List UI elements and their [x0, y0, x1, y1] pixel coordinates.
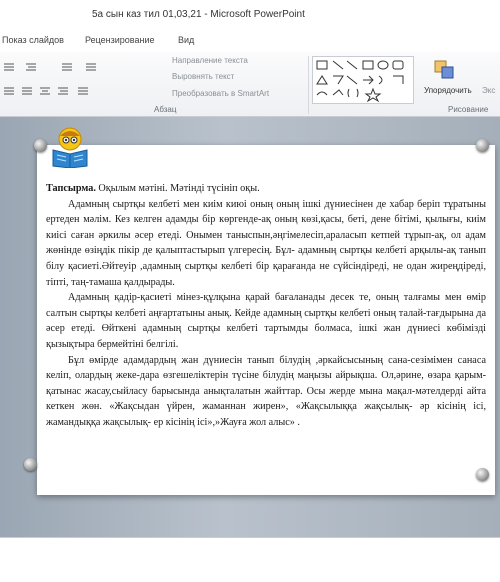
- tab-view[interactable]: Вид: [178, 35, 194, 45]
- pin-top-left-icon: [34, 139, 47, 152]
- group-paragraph-label: Абзац: [154, 105, 177, 114]
- tab-review[interactable]: Рецензирование: [85, 35, 155, 45]
- title-bar: 5а сын каз тил 01,03,21 - Microsoft Powe…: [0, 0, 500, 30]
- text-direction-command[interactable]: Направление текста: [172, 56, 248, 65]
- paragraph-1: Адамның сыртқы келбеті мен киім киюі оны…: [46, 198, 486, 288]
- align-text-command[interactable]: Выровнять текст: [172, 72, 234, 81]
- paragraph-controls: [2, 58, 162, 100]
- paragraph-3: Бұл өмірде адамдардың жан дүниесін танып…: [46, 354, 486, 428]
- ribbon-tabs: Показ слайдов Рецензирование Вид: [0, 30, 500, 53]
- slide-text: Тапсырма. Оқылым мәтіні. Мәтінді түсініп…: [46, 181, 486, 431]
- paragraph-2: Адамның қадір-қасиеті мінез-құлқына қара…: [46, 292, 486, 350]
- reading-child-icon: [50, 126, 90, 169]
- task-line: Тапсырма. Оқылым мәтіні. Мәтінді түсініп…: [46, 181, 486, 197]
- shapes-icon: [316, 60, 404, 103]
- ribbon-separator: [308, 56, 309, 114]
- notes-pane[interactable]: [0, 537, 500, 582]
- tab-slideshow[interactable]: Показ слайдов: [2, 35, 64, 45]
- pin-bottom-right-icon: [476, 468, 489, 481]
- task-instruction: Оқылым мәтіні. Мәтінді түсініп оқы.: [95, 183, 260, 194]
- slide[interactable]: Тапсырма. Оқылым мәтіні. Мәтінді түсініп…: [37, 145, 495, 495]
- shapes-gallery[interactable]: [312, 56, 414, 104]
- ribbon: Направление текста Выровнять текст Преоб…: [0, 52, 500, 117]
- pin-bottom-left-icon: [24, 458, 37, 471]
- task-label: Тапсырма.: [46, 183, 96, 194]
- pin-top-right-icon: [476, 139, 489, 152]
- convert-smartart-command[interactable]: Преобразовать в SmartArt: [172, 89, 269, 98]
- quick-styles-label[interactable]: Экс: [482, 86, 495, 95]
- arrange-icon[interactable]: [432, 58, 458, 82]
- arrange-label[interactable]: Упорядочить: [424, 86, 472, 95]
- paragraph-buttons-icon: [4, 63, 96, 95]
- window-title: 5а сын каз тил 01,03,21 - Microsoft Powe…: [92, 9, 305, 20]
- group-drawing-label: Рисование: [448, 105, 489, 114]
